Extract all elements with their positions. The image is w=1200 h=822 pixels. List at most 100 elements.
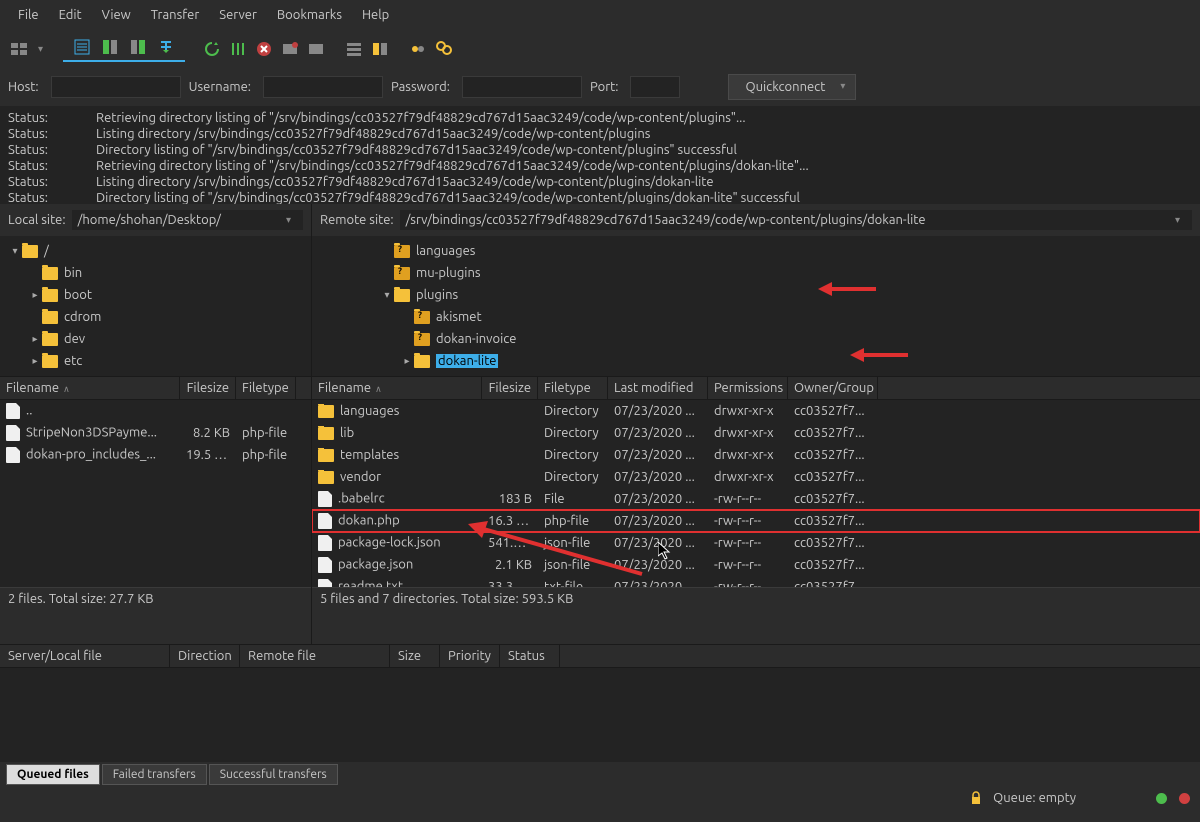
queue-col[interactable]: Server/Local file — [0, 645, 170, 667]
tree-item[interactable]: ▸boot — [0, 284, 311, 306]
file-icon — [318, 513, 332, 529]
remote-file-list[interactable]: languagesDirectory07/23/2020 ...drwxr-xr… — [312, 400, 1200, 587]
chevron-down-icon[interactable]: ▾ — [1169, 214, 1186, 226]
menu-server[interactable]: Server — [209, 4, 267, 26]
folder-icon — [318, 471, 334, 484]
file-row[interactable]: package.json2.1 KBjson-file07/23/2020 ..… — [312, 554, 1200, 576]
refresh-button[interactable] — [201, 38, 223, 60]
tree-expander[interactable]: ▾ — [380, 289, 394, 301]
col-filetype[interactable]: Filetype — [236, 377, 296, 399]
toggle-remote-tree-button[interactable] — [127, 36, 149, 58]
col-permissions[interactable]: Permissions — [708, 377, 788, 399]
cancel-button[interactable] — [253, 38, 275, 60]
site-manager-button[interactable] — [8, 38, 30, 60]
queue-tab[interactable]: Failed transfers — [102, 764, 207, 785]
local-path-input[interactable]: /home/shohan/Desktop/ ▾ — [72, 210, 303, 230]
queue-body[interactable] — [0, 668, 1200, 762]
file-row[interactable]: templatesDirectory07/23/2020 ...drwxr-xr… — [312, 444, 1200, 466]
file-row[interactable]: StripeNon3DSPayme...8.2 KBphp-file — [0, 422, 311, 444]
tree-item[interactable]: ▸akismet — [312, 306, 1200, 328]
file-row[interactable]: libDirectory07/23/2020 ...drwxr-xr-xcc03… — [312, 422, 1200, 444]
compare-button[interactable] — [369, 38, 391, 60]
toggle-local-tree-button[interactable] — [99, 36, 121, 58]
file-row[interactable]: dokan-pro_includes_...19.5 KBphp-file — [0, 444, 311, 466]
tree-expander[interactable]: ▸ — [28, 333, 42, 345]
tree-label: cdrom — [64, 310, 101, 324]
chevron-down-icon[interactable]: ▾ — [280, 214, 297, 226]
status-log[interactable]: Status:Retrieving directory listing of "… — [0, 106, 1200, 204]
tree-item[interactable]: ▸dokan-invoice — [312, 328, 1200, 350]
local-tree[interactable]: ▾/▸bin▸boot▸cdrom▸dev▸etc — [0, 236, 311, 376]
menu-transfer[interactable]: Transfer — [141, 4, 210, 26]
queue-tab[interactable]: Successful transfers — [209, 764, 338, 785]
file-row[interactable]: .babelrc183 BFile07/23/2020 ...-rw-r--r-… — [312, 488, 1200, 510]
process-queue-button[interactable] — [227, 38, 249, 60]
tree-expander[interactable]: ▾ — [8, 245, 22, 257]
status-line: Status:Retrieving directory listing of "… — [8, 158, 1192, 174]
file-row[interactable]: readme.txt33.3 KBtxt-file07/23/2020 ...-… — [312, 576, 1200, 587]
password-label: Password: — [391, 80, 454, 94]
col-filetype[interactable]: Filetype — [538, 377, 608, 399]
search-button[interactable] — [433, 38, 455, 60]
col-filesize[interactable]: Filesize — [482, 377, 538, 399]
host-input[interactable] — [51, 76, 181, 98]
quickconnect-button[interactable]: Quickconnect — [728, 74, 856, 100]
site-dropdown[interactable]: ▾ — [34, 43, 47, 55]
local-file-header[interactable]: Filename∧ Filesize Filetype — [0, 377, 311, 400]
file-row[interactable]: .. — [0, 400, 311, 422]
menu-help[interactable]: Help — [352, 4, 399, 26]
toolbar: ▾ — [0, 30, 1200, 68]
sync-browsing-button[interactable] — [407, 38, 429, 60]
filter-button[interactable] — [343, 38, 365, 60]
tree-item[interactable]: ▸dev — [0, 328, 311, 350]
folder-icon — [414, 355, 430, 368]
col-filename[interactable]: Filename∧ — [0, 377, 180, 399]
tree-item[interactable]: ▸ etc — [0, 350, 311, 372]
tree-item[interactable]: ▾/ — [0, 240, 311, 262]
tree-item[interactable]: ▸dokan-lite — [312, 350, 1200, 372]
file-row[interactable]: package-lock.json541.8 KBjson-file07/23/… — [312, 532, 1200, 554]
tree-item[interactable]: ▸cdrom — [0, 306, 311, 328]
toggle-log-button[interactable] — [71, 36, 93, 58]
menu-bookmarks[interactable]: Bookmarks — [267, 4, 352, 26]
disconnect-button[interactable] — [279, 38, 301, 60]
col-modified[interactable]: Last modified — [608, 377, 708, 399]
local-file-list[interactable]: ..StripeNon3DSPayme...8.2 KBphp-filedoka… — [0, 400, 311, 587]
tree-expander[interactable]: ▸ — [28, 289, 42, 301]
tree-expander[interactable]: ▸ — [400, 355, 414, 367]
folder-icon — [394, 289, 410, 302]
queue-tab[interactable]: Queued files — [6, 764, 100, 785]
queue-col[interactable]: Status — [500, 645, 560, 667]
remote-path-input[interactable]: /srv/bindings/cc03527f79df48829cd767d15a… — [400, 210, 1192, 230]
username-input[interactable] — [263, 76, 383, 98]
col-filename[interactable]: Filename∧ — [312, 377, 482, 399]
queue-header[interactable]: Server/Local fileDirectionRemote fileSiz… — [0, 644, 1200, 668]
tree-item[interactable]: ▸mu-plugins — [312, 262, 1200, 284]
col-filesize[interactable]: Filesize — [180, 377, 236, 399]
tree-item[interactable]: ▸languages — [312, 240, 1200, 262]
menu-file[interactable]: File — [8, 4, 49, 26]
host-label: Host: — [8, 80, 43, 94]
queue-col[interactable]: Remote file — [240, 645, 390, 667]
remote-tree[interactable]: ▸languages▸mu-plugins▾plugins▸akismet▸do… — [312, 236, 1200, 376]
reconnect-button[interactable] — [305, 38, 327, 60]
tree-item[interactable]: ▸bin — [0, 262, 311, 284]
password-input[interactable] — [462, 76, 582, 98]
tree-item[interactable]: ▾plugins — [312, 284, 1200, 306]
tree-label: etc — [64, 354, 82, 368]
file-icon — [318, 535, 332, 551]
file-row[interactable]: vendorDirectory07/23/2020 ...drwxr-xr-xc… — [312, 466, 1200, 488]
file-row[interactable]: languagesDirectory07/23/2020 ...drwxr-xr… — [312, 400, 1200, 422]
remote-file-header[interactable]: Filename∧ Filesize Filetype Last modifie… — [312, 377, 1200, 400]
file-row[interactable]: dokan.php16.3 KBphp-file07/23/2020 ...-r… — [312, 510, 1200, 532]
menu-edit[interactable]: Edit — [49, 4, 92, 26]
toggle-queue-button[interactable] — [155, 36, 177, 58]
folder-icon — [42, 333, 58, 346]
port-input[interactable] — [630, 76, 680, 98]
col-owner[interactable]: Owner/Group — [788, 377, 878, 399]
tree-expander[interactable]: ▸ — [28, 355, 42, 367]
menu-view[interactable]: View — [92, 4, 141, 26]
queue-col[interactable]: Size — [390, 645, 440, 667]
queue-col[interactable]: Direction — [170, 645, 240, 667]
queue-col[interactable]: Priority — [440, 645, 500, 667]
